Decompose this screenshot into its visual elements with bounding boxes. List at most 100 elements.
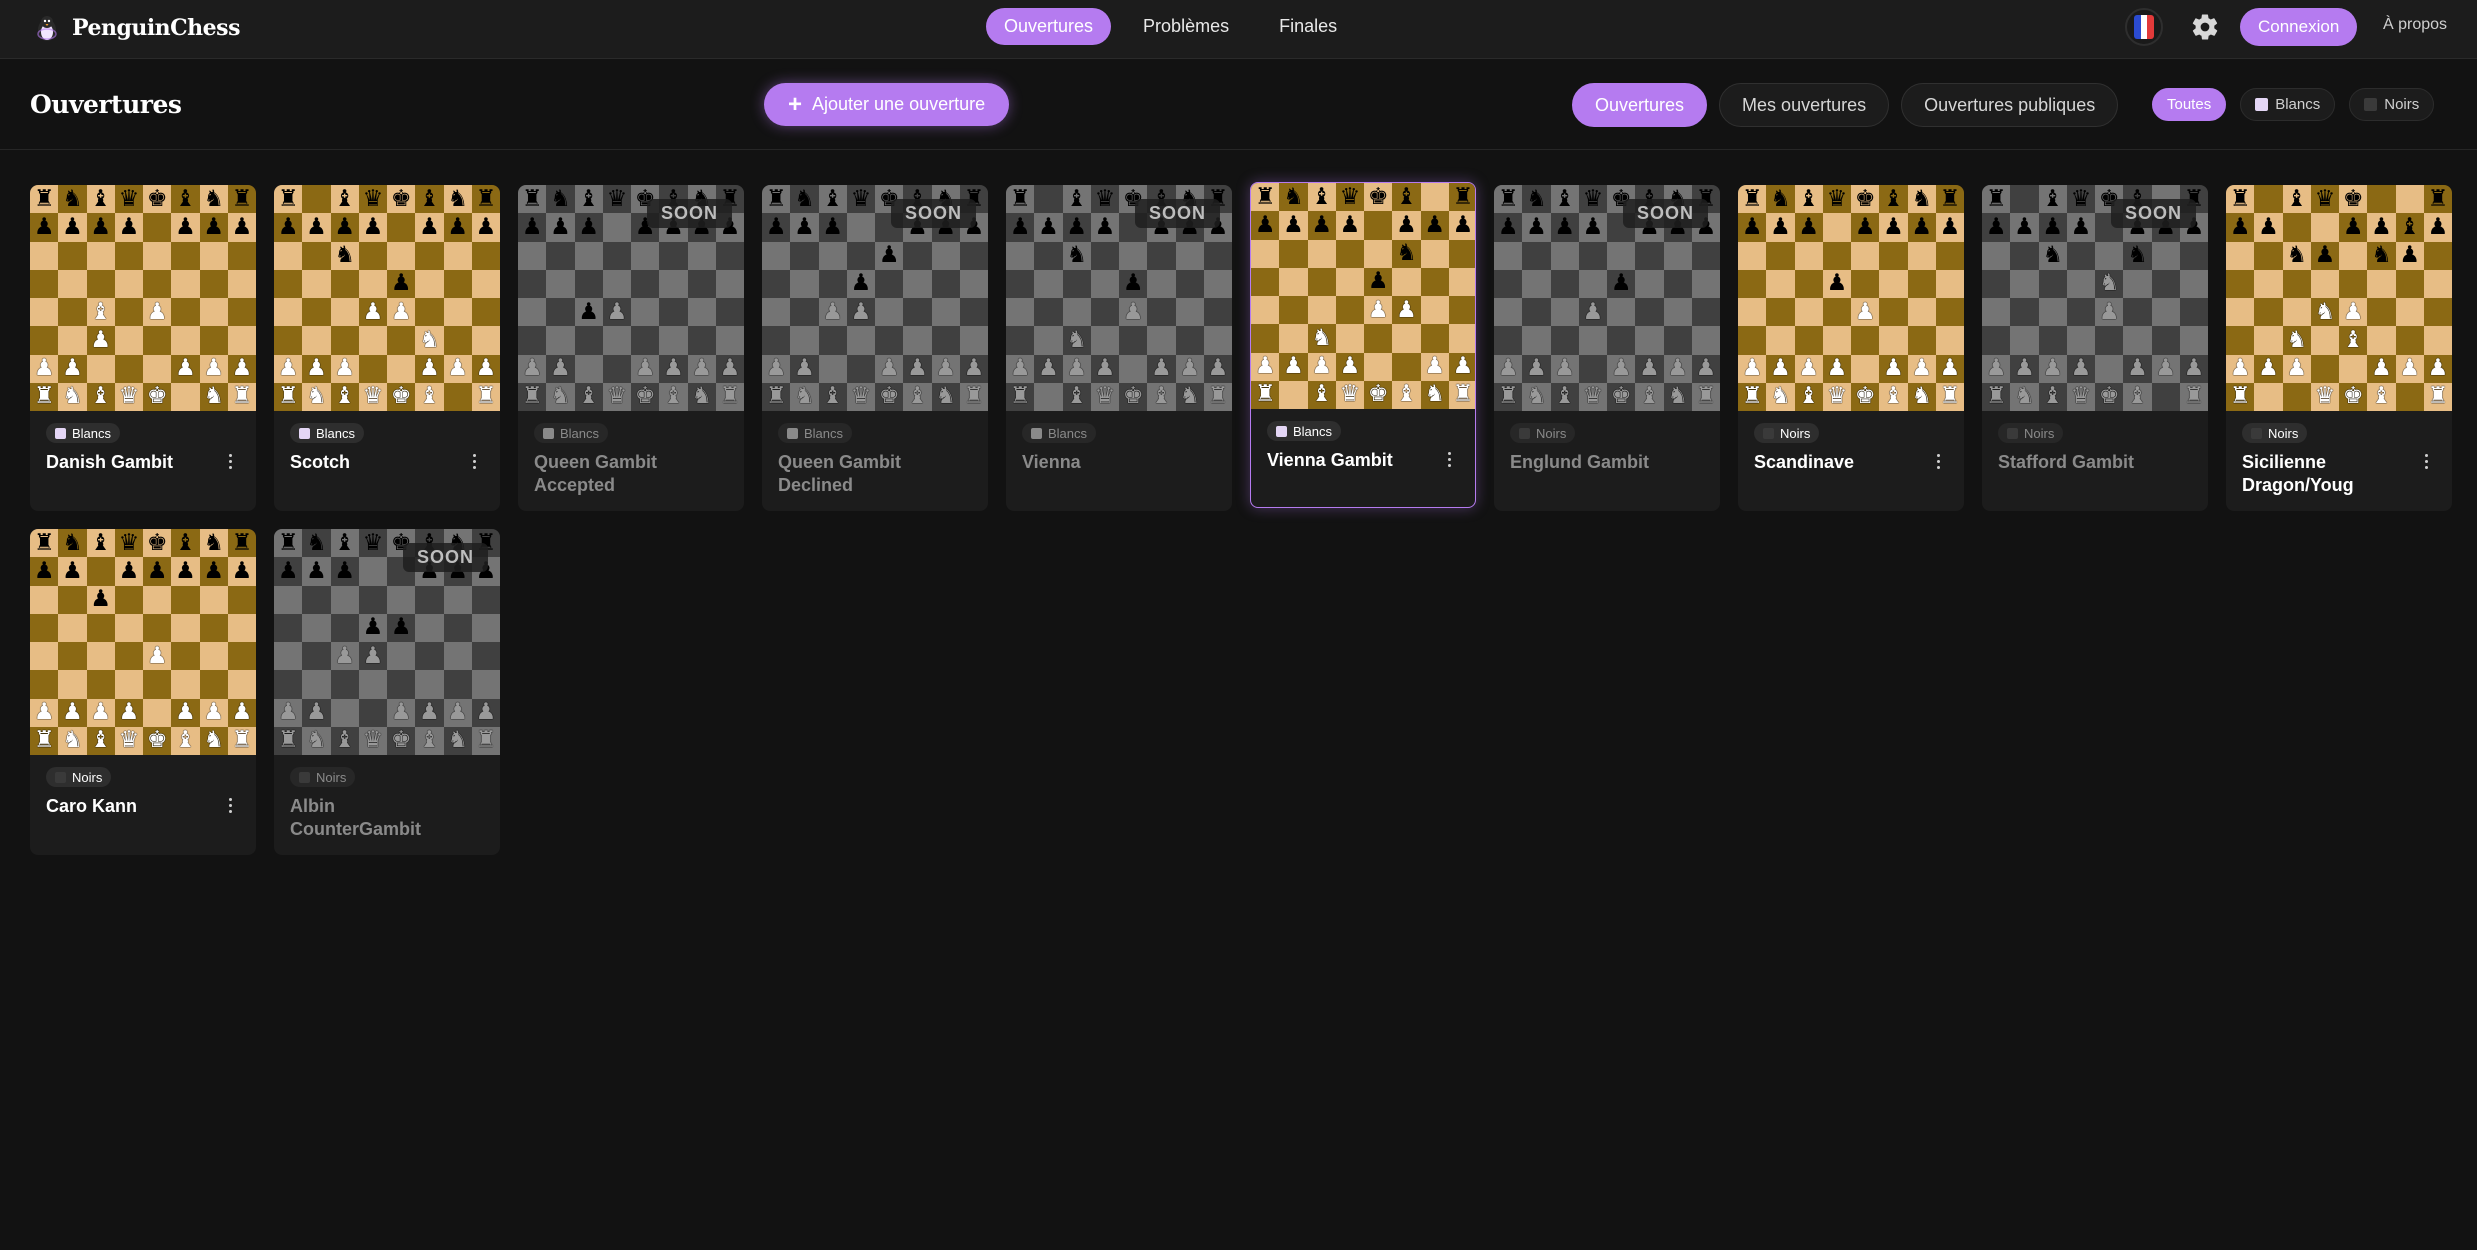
board-square bbox=[86, 241, 115, 270]
board-square bbox=[931, 298, 960, 327]
white-rook-icon: ♜ bbox=[1939, 383, 1961, 410]
chess-board: ♜ ♝ ♛ ♚ ♝ ♞ ♜ ♟ ♟ ♟ ♟ ♟ ♟ ♟ ♞ ♟ ♟ ♟ ♞ ♟ ♟ ♟ ♟ ♟ ♟ ♜ ♞ ♝ ♛ ♚ ♝ ♜ bbox=[274, 185, 500, 411]
opening-card[interactable]: ♜ ♝ ♛ ♚ ♝ ♞ ♜ ♟ ♟ ♟ ♟ ♟ ♟ ♟ ♞ ♟ ♟ ♟ ♞ ♟ ♟ ♟ ♟ ♟ ♟ ♜ ♞ ♝ ♛ ♚ ♝ ♜ Blancs Sc… bbox=[274, 185, 500, 511]
board-square bbox=[1147, 298, 1176, 327]
black-pawn-icon: ♟ bbox=[850, 270, 872, 297]
black-king-icon: ♚ bbox=[2342, 185, 2364, 212]
gear-icon[interactable] bbox=[2190, 12, 2220, 42]
black-swatch-icon bbox=[1519, 427, 1530, 439]
app-logo[interactable]: PenguinChess bbox=[32, 10, 240, 46]
board-square: ♜ bbox=[274, 726, 303, 755]
filter-my-openings[interactable]: Mes ouvertures bbox=[1719, 83, 1890, 127]
about-link[interactable]: À propos bbox=[2383, 16, 2447, 34]
board-square: ♟ bbox=[274, 213, 303, 242]
more-options-icon[interactable] bbox=[464, 447, 484, 475]
black-pawn-icon: ♟ bbox=[2342, 213, 2364, 240]
language-switch[interactable] bbox=[2125, 8, 2163, 46]
board-square: ♞ bbox=[443, 726, 472, 755]
more-options-icon[interactable] bbox=[220, 447, 240, 475]
filter-all[interactable]: Toutes bbox=[2152, 88, 2227, 121]
board-square: ♝ bbox=[415, 382, 444, 411]
board-square bbox=[387, 326, 416, 355]
opening-card[interactable]: ♜ ♞ ♝ ♛ ♚ ♝ ♞ ♜ ♟ ♟ ♟ ♟ ♟ ♟ ♟ ♟ ♟ ♟ ♟ ♟ ♟ ♟ ♟ ♟ ♜ ♞ ♝ ♛ ♚ ♝ ♞ ♜ Noirs Sca… bbox=[1738, 185, 1964, 511]
black-bishop-icon: ♝ bbox=[175, 529, 196, 556]
white-knight-icon: ♞ bbox=[1311, 324, 1332, 351]
black-pawn-icon: ♟ bbox=[1038, 213, 1059, 240]
nav-openings[interactable]: Ouvertures bbox=[986, 8, 1112, 45]
board-square: ♝ bbox=[2367, 382, 2396, 411]
black-bishop-icon: ♝ bbox=[334, 185, 355, 212]
white-pawn-icon: ♟ bbox=[1854, 298, 1876, 325]
more-options-icon[interactable] bbox=[2416, 447, 2436, 475]
board-square: ♟ bbox=[171, 354, 200, 383]
board-square bbox=[227, 642, 256, 671]
opening-card[interactable]: ♜ ♞ ♝ ♛ ♚ ♝ ♜ ♟ ♟ ♟ ♟ ♟ ♟ ♟ ♞ ♟ ♟ ♟ ♞ ♟ ♟ ♟ ♟ ♟ ♟ ♜ ♝ ♛ ♚ ♝ ♞ ♜ Blancs Vi… bbox=[1250, 182, 1476, 508]
board-square: ♝ bbox=[1879, 382, 1908, 411]
board-square bbox=[114, 642, 143, 671]
opening-card[interactable]: ♜ ♝ ♛ ♚ ♜ ♟ ♟ ♟ ♟ ♝ ♟ ♞ ♟ ♞ ♟ ♞ ♟ ♞ ♝ ♟ ♟ ♟ ♟ ♟ ♟ ♜ ♛ ♚ ♝ ♜ Noirs Sicil… bbox=[2226, 185, 2452, 511]
add-opening-button[interactable]: + Ajouter une ouverture bbox=[764, 83, 1010, 126]
board-square: ♟ bbox=[227, 354, 256, 383]
board-square bbox=[931, 326, 960, 355]
board-square: ♞ bbox=[302, 529, 331, 558]
board-square bbox=[1203, 269, 1232, 298]
board-square bbox=[1175, 269, 1204, 298]
board-square bbox=[546, 241, 575, 270]
black-pawn-icon: ♟ bbox=[2371, 213, 2392, 240]
login-button[interactable]: Connexion bbox=[2240, 8, 2358, 46]
board-square: ♚ bbox=[2095, 382, 2124, 411]
board-square bbox=[1794, 326, 1823, 355]
board-square: ♟ bbox=[171, 213, 200, 242]
board-square: ♟ bbox=[1935, 354, 1964, 383]
more-options-icon[interactable] bbox=[1439, 445, 1459, 473]
white-pawn-icon: ♟ bbox=[2427, 355, 2449, 382]
more-options-icon[interactable] bbox=[220, 791, 240, 819]
board-square: ♞ bbox=[1279, 183, 1308, 212]
board-square bbox=[602, 354, 631, 383]
white-bishop-icon: ♝ bbox=[1396, 381, 1417, 408]
board-square bbox=[2226, 298, 2255, 327]
board-square: ♞ bbox=[302, 726, 331, 755]
board-square: ♟ bbox=[1335, 352, 1364, 381]
filter-openings[interactable]: Ouvertures bbox=[1572, 83, 1708, 127]
board-square bbox=[1691, 326, 1720, 355]
board-square bbox=[1907, 241, 1936, 270]
board-square: ♝ bbox=[1550, 382, 1579, 411]
board-square: ♝ bbox=[1635, 382, 1664, 411]
board-square: ♜ bbox=[30, 726, 59, 755]
white-pawn-icon: ♟ bbox=[334, 355, 355, 382]
nav-endgames[interactable]: Finales bbox=[1261, 8, 1355, 45]
black-rook-icon: ♜ bbox=[1452, 183, 1474, 210]
board-square: ♟ bbox=[443, 698, 472, 727]
page-title: Ouvertures bbox=[30, 90, 182, 119]
white-pawn-icon: ♟ bbox=[475, 355, 497, 382]
side-badge-label: Noirs bbox=[1780, 425, 1811, 441]
board-square: ♟ bbox=[387, 298, 416, 327]
board-square: ♝ bbox=[1794, 185, 1823, 214]
white-pawn-icon: ♟ bbox=[606, 298, 628, 325]
black-rook-icon: ♜ bbox=[277, 529, 299, 556]
black-swatch-icon bbox=[55, 771, 66, 783]
board-square bbox=[1307, 239, 1336, 268]
filter-public-openings[interactable]: Ouvertures publiques bbox=[1901, 83, 2119, 127]
board-square: ♞ bbox=[1062, 326, 1091, 355]
board-square: ♟ bbox=[387, 698, 416, 727]
opening-name: Stafford Gambit bbox=[1998, 452, 2135, 472]
board-square: ♟ bbox=[302, 698, 331, 727]
opening-card[interactable]: ♜ ♞ ♝ ♛ ♚ ♝ ♞ ♜ ♟ ♟ ♟ ♟ ♟ ♟ ♟ ♟ ♟ ♟ ♟ ♟ ♟ ♟ ♟ ♟ ♜ ♞ ♝ ♛ ♚ ♝ ♞ ♜ Noirs Car… bbox=[30, 529, 256, 855]
board-square bbox=[1578, 241, 1607, 270]
board-square: ♟ bbox=[2367, 213, 2396, 242]
board-square bbox=[1794, 298, 1823, 327]
board-square bbox=[471, 613, 500, 642]
white-rook-icon: ♜ bbox=[231, 383, 253, 410]
opening-name: Queen Gambit Declined bbox=[778, 452, 902, 495]
filter-white[interactable]: Blancs bbox=[2240, 88, 2336, 121]
board-square: ♜ bbox=[715, 382, 744, 411]
board-square bbox=[1090, 298, 1119, 327]
board-square: ♜ bbox=[1494, 382, 1523, 411]
nav-problems[interactable]: Problèmes bbox=[1125, 8, 1247, 45]
filter-black[interactable]: Noirs bbox=[2349, 88, 2435, 121]
more-options-icon[interactable] bbox=[1928, 447, 1948, 475]
opening-card[interactable]: ♜ ♞ ♝ ♛ ♚ ♝ ♞ ♜ ♟ ♟ ♟ ♟ ♟ ♟ ♟ ♝ ♟ ♟ ♟ ♟ ♟ ♟ ♟ ♜ ♞ ♝ ♛ ♚ ♞ ♜ Blancs Dani… bbox=[30, 185, 256, 511]
white-bishop-icon: ♝ bbox=[1311, 381, 1332, 408]
